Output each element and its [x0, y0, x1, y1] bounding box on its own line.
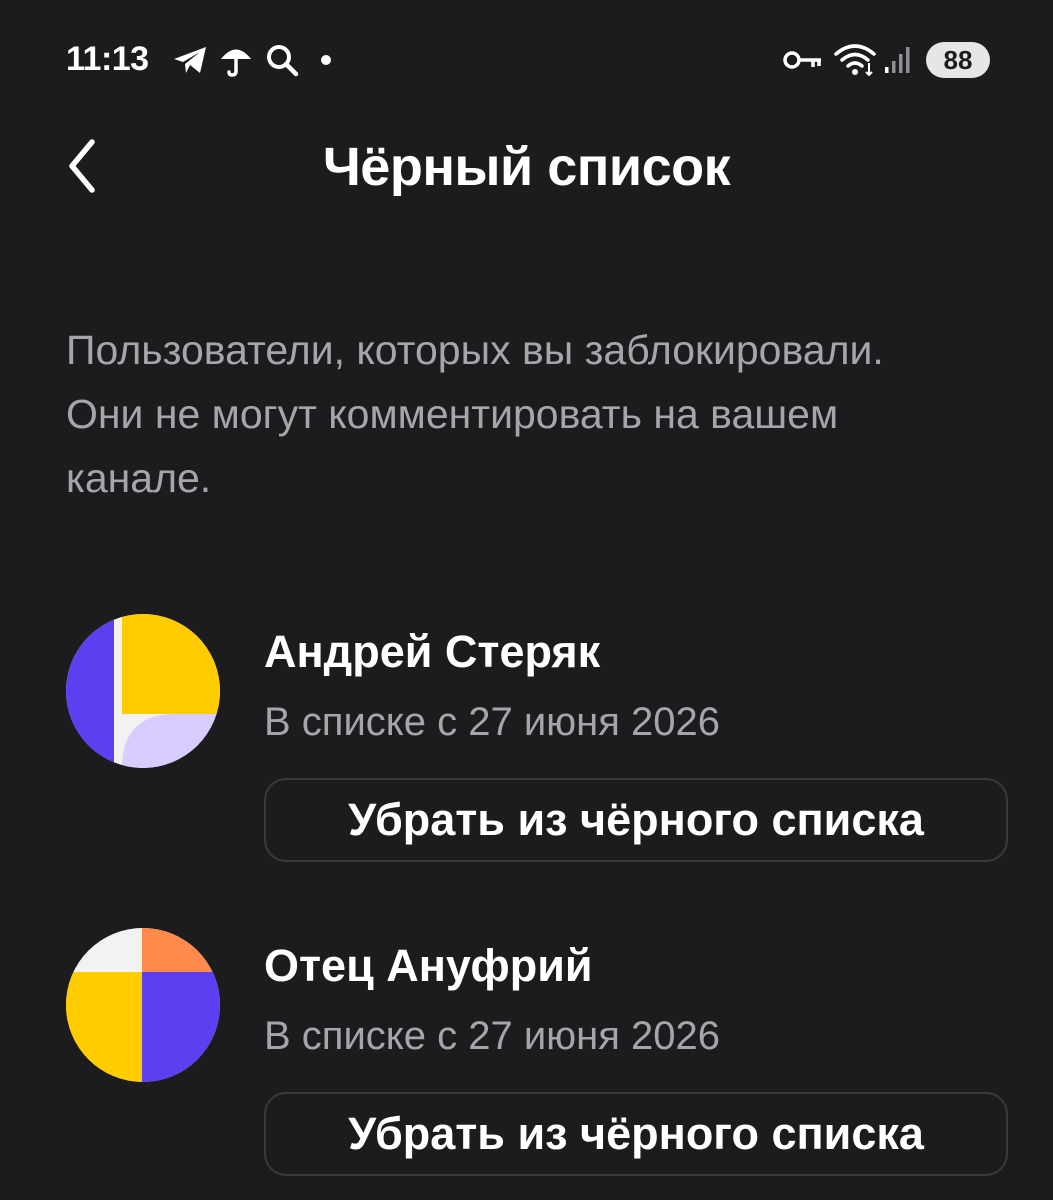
- user-name: Андрей Стеряк: [264, 626, 601, 677]
- umbrella-icon: [216, 40, 256, 80]
- page-title: Чёрный список: [322, 137, 731, 197]
- dot-icon: [314, 40, 338, 80]
- telegram-icon: [170, 40, 210, 80]
- search-icon: [262, 40, 302, 80]
- status-bar: 11:13 88: [0, 0, 1053, 120]
- unblock-button[interactable]: Убрать из чёрного списка: [264, 1092, 1008, 1176]
- signal-icon: [882, 40, 914, 80]
- description-text: Пользователи, которых вы заблокировали. …: [66, 327, 884, 501]
- key-icon: [782, 40, 824, 80]
- status-time: 11:13: [66, 40, 149, 78]
- avatar: [66, 928, 220, 1082]
- blocked-date: В списке с 27 июня 2026: [264, 700, 721, 744]
- user-name: Отец Ануфрий: [264, 940, 593, 991]
- avatar: [66, 614, 220, 768]
- unblock-button[interactable]: Убрать из чёрного списка: [264, 778, 1008, 862]
- blocked-date: В списке с 27 июня 2026: [264, 1014, 721, 1058]
- wifi-icon: [832, 40, 878, 80]
- battery-indicator: 88: [926, 42, 990, 78]
- screen: 11:13 88 Чёрный список Пользователи, кот…: [0, 0, 1053, 1200]
